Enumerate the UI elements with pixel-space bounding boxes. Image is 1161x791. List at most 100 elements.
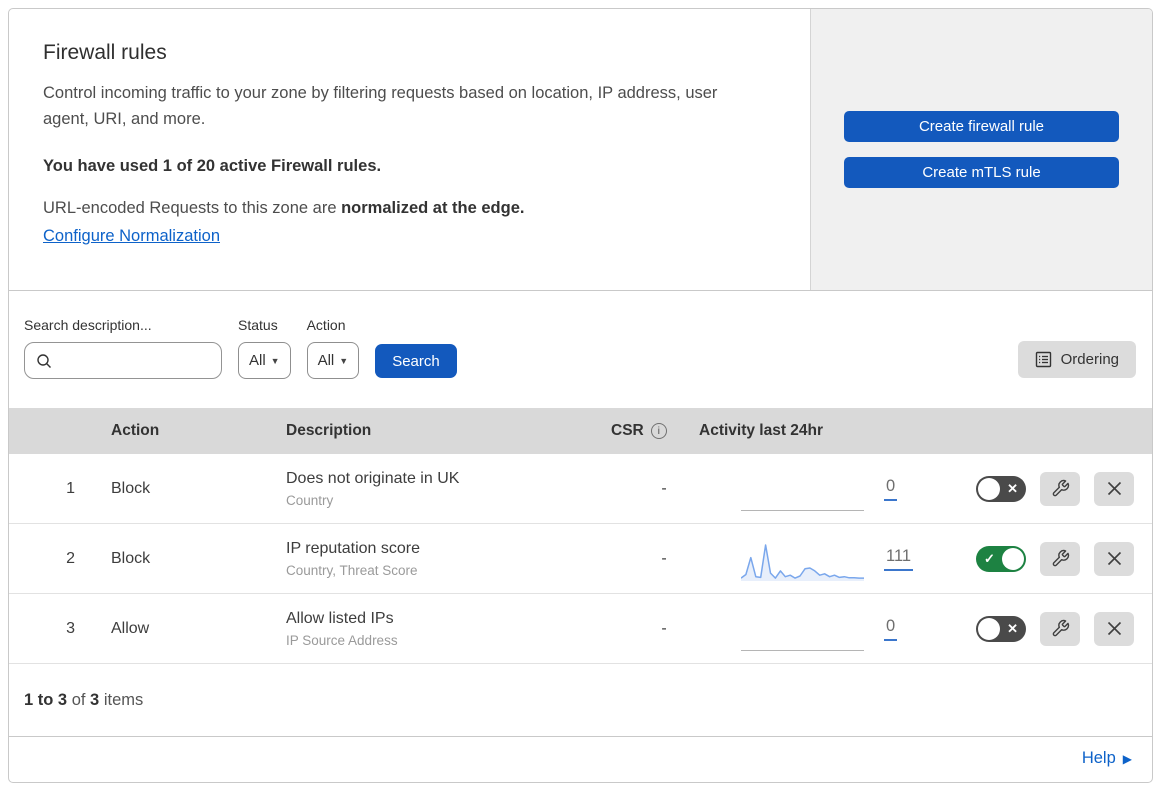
create-firewall-rule-button[interactable]: Create firewall rule (844, 111, 1119, 142)
column-header-activity: Activity last 24hr (699, 422, 824, 439)
help-link[interactable]: Help ▶ (1082, 749, 1132, 768)
create-mtls-rule-button[interactable]: Create mTLS rule (844, 157, 1119, 188)
help-bar: Help ▶ (9, 737, 1152, 780)
table-row: 1 Block Does not originate in UK Country… (9, 454, 1152, 524)
rule-fields: Country (286, 492, 334, 508)
column-header-action: Action (111, 422, 160, 439)
close-icon (1107, 621, 1121, 636)
ordering-button-label: Ordering (1060, 351, 1119, 368)
search-button-group: Search (375, 344, 457, 379)
firewall-rules-card: Firewall rules Control incoming traffic … (8, 8, 1153, 783)
action-dropdown[interactable]: All ▼ (306, 342, 360, 379)
activity-count-link[interactable]: 0 (884, 477, 898, 501)
rule-description-cell: IP reputation score Country, Threat Scor… (286, 540, 611, 578)
edit-rule-button[interactable] (1040, 471, 1080, 506)
status-filter-group: Status All ▼ (238, 317, 291, 379)
rule-priority: 1 (66, 479, 75, 497)
search-icon (37, 354, 51, 368)
items-text: items (99, 690, 144, 709)
rule-controls: ✕ (939, 611, 1152, 646)
edit-rule-button[interactable] (1040, 541, 1080, 576)
delete-rule-button[interactable] (1094, 471, 1134, 506)
info-icon[interactable]: i (650, 423, 667, 439)
header-section: Firewall rules Control incoming traffic … (9, 9, 1152, 291)
action-filter-group: Action All ▼ (306, 317, 360, 379)
rule-description-cell: Allow listed IPs IP Source Address (286, 610, 611, 648)
rule-csr: - (661, 619, 667, 637)
status-dropdown[interactable]: All ▼ (238, 342, 291, 379)
column-header-description: Description (286, 422, 372, 439)
rule-controls: ✕ (939, 471, 1152, 506)
rule-description[interactable]: IP reputation score (286, 540, 611, 558)
rule-enabled-toggle[interactable]: ✕ (976, 615, 1026, 642)
items-total: 3 (90, 690, 100, 709)
table-header: Action Description CSR i Activity last 24… (9, 408, 1152, 454)
toggle-x-icon: ✕ (1007, 620, 1018, 636)
close-icon (1107, 481, 1121, 496)
activity-count-link[interactable]: 111 (884, 547, 914, 571)
table-row: 3 Allow Allow listed IPs IP Source Addre… (9, 594, 1152, 664)
page-title: Firewall rules (43, 41, 167, 64)
activity-sparkline-flat (741, 469, 864, 511)
search-button[interactable]: Search (375, 344, 457, 378)
rule-csr: - (661, 479, 667, 497)
sparkline-chart (741, 544, 864, 581)
pagination-summary: 1 to 3 of 3 items (9, 664, 1152, 737)
rule-activity-cell: 0 (699, 594, 939, 663)
configure-normalization-link[interactable]: Configure Normalization (43, 227, 220, 246)
search-box[interactable] (24, 342, 222, 379)
rule-activity-cell: 0 (699, 454, 939, 523)
rule-action: Allow (111, 619, 150, 637)
rule-controls: ✓ (939, 541, 1152, 576)
ordered-list-icon (1035, 351, 1051, 368)
search-input[interactable] (57, 344, 217, 377)
rule-priority: 3 (66, 619, 75, 637)
toggle-check-icon: ✓ (984, 550, 995, 566)
usage-summary: You have used 1 of 20 active Firewall ru… (43, 157, 382, 175)
rule-csr: - (661, 549, 667, 567)
rule-description[interactable]: Does not originate in UK (286, 470, 611, 488)
close-icon (1107, 551, 1121, 566)
toggle-knob (978, 477, 1000, 500)
edit-rule-button[interactable] (1040, 611, 1080, 646)
rule-description[interactable]: Allow listed IPs (286, 610, 611, 628)
delete-rule-button[interactable] (1094, 611, 1134, 646)
rule-fields: IP Source Address (286, 632, 398, 648)
rule-action: Block (111, 549, 151, 567)
items-range: 1 to 3 (24, 690, 68, 709)
wrench-icon (1052, 619, 1069, 637)
normalization-note: URL-encoded Requests to this zone are no… (43, 199, 770, 218)
page-description: Control incoming traffic to your zone by… (43, 84, 718, 128)
activity-sparkline (741, 539, 864, 581)
status-value: All (249, 352, 266, 369)
toggle-knob (1002, 547, 1024, 570)
triangle-right-icon: ▶ (1122, 751, 1132, 766)
toggle-knob (978, 617, 1000, 640)
header-text-block: Firewall rules Control incoming traffic … (9, 9, 811, 290)
ordering-button[interactable]: Ordering (1017, 341, 1136, 378)
rule-action: Block (111, 479, 151, 497)
actions-panel: Create firewall rule Create mTLS rule (811, 9, 1152, 290)
normalization-prefix: URL-encoded Requests to this zone are (43, 199, 342, 217)
wrench-icon (1052, 549, 1069, 567)
action-label: Action (306, 317, 346, 333)
activity-sparkline-flat (741, 609, 864, 651)
rule-enabled-toggle[interactable]: ✕ (976, 475, 1026, 502)
column-header-csr: CSR i (611, 422, 699, 440)
chevron-down-icon: ▼ (339, 355, 349, 366)
rule-activity-cell: 111 (699, 524, 939, 593)
action-value: All (317, 352, 335, 369)
rule-enabled-toggle[interactable]: ✓ (976, 545, 1026, 572)
search-label: Search description... (24, 317, 152, 333)
delete-rule-button[interactable] (1094, 541, 1134, 576)
of-text: of (67, 690, 91, 709)
rule-priority: 2 (66, 549, 75, 567)
rule-fields: Country, Threat Score (286, 562, 418, 578)
activity-count-link[interactable]: 0 (884, 617, 898, 641)
table-row: 2 Block IP reputation score Country, Thr… (9, 524, 1152, 594)
toggle-x-icon: ✕ (1007, 480, 1018, 496)
rule-description-cell: Does not originate in UK Country (286, 470, 611, 508)
search-field-group: Search description... (24, 317, 222, 379)
wrench-icon (1052, 479, 1069, 497)
status-label: Status (238, 317, 278, 333)
